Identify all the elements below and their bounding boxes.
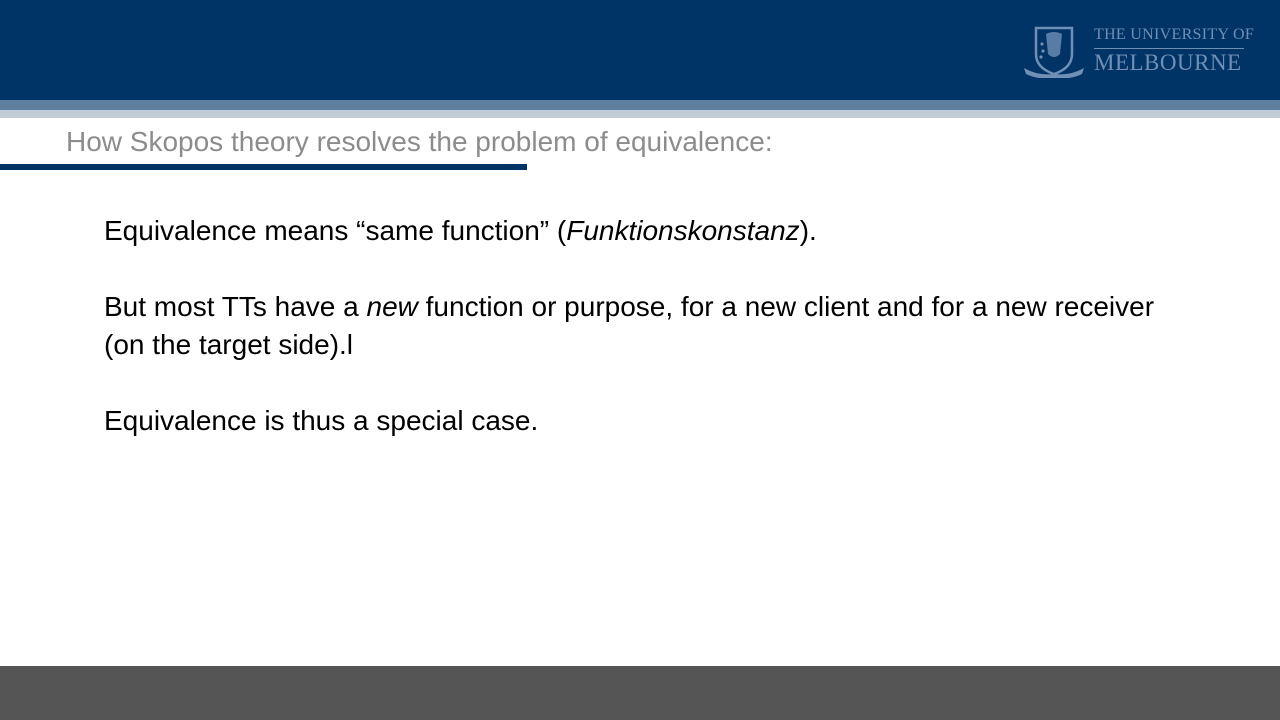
header-band-light [0, 110, 1280, 118]
text: Equivalence means “same function” ( [104, 215, 567, 246]
footer-bar [0, 666, 1280, 720]
header-bar: THE UNIVERSITY OF MELBOURNE [0, 0, 1280, 100]
paragraph-1: Equivalence means “same function” (Funkt… [104, 212, 1164, 250]
logo-divider [1094, 48, 1244, 49]
italic-term: Funktionskonstanz [566, 215, 800, 246]
text: Equivalence is thus a special case. [104, 405, 539, 436]
slide-body: Equivalence means “same function” (Funkt… [104, 212, 1164, 478]
logo-line2: MELBOURNE [1094, 50, 1242, 75]
university-crest-icon [1024, 26, 1084, 78]
logo-line1: THE UNIVERSITY OF [1094, 26, 1255, 43]
header-band-mid [0, 100, 1280, 110]
university-logo: THE UNIVERSITY OF MELBOURNE [1022, 22, 1254, 80]
italic-term: new [366, 291, 418, 322]
text: But most TTs have a [104, 291, 367, 322]
paragraph-2: But most TTs have a new function or purp… [104, 288, 1164, 364]
slide-title: How Skopos theory resolves the problem o… [66, 126, 773, 157]
paragraph-3: Equivalence is thus a special case. [104, 402, 1164, 440]
text: ). [799, 215, 817, 246]
title-underline [0, 164, 527, 170]
